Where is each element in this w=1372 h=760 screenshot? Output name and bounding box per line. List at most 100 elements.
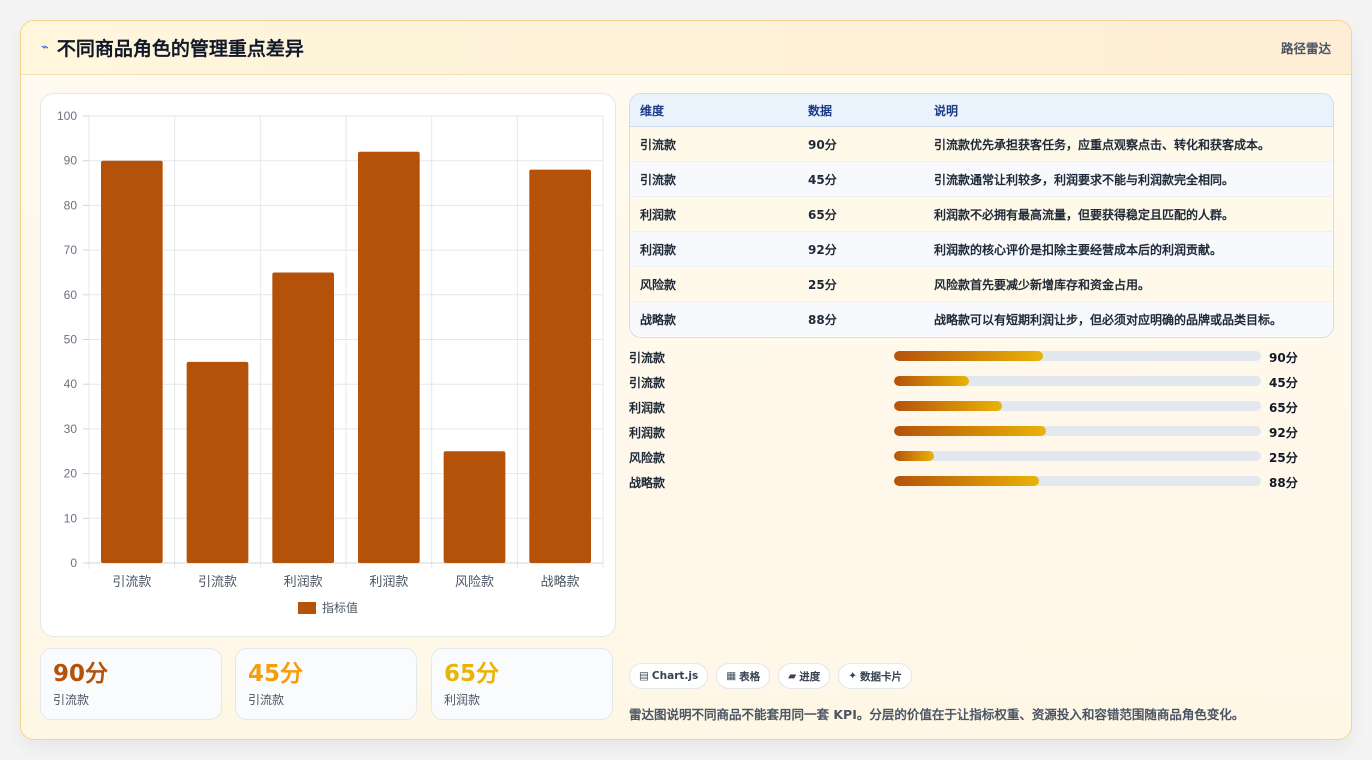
bar (272, 272, 335, 563)
progress-value: 92分 (1269, 426, 1298, 440)
progress-fill (894, 351, 1043, 361)
progress-label: 引流款 (629, 376, 666, 390)
cell-dim: 利润款 (630, 196, 798, 232)
progress-track (894, 401, 1261, 411)
progress-row: 风险款 25分 (629, 447, 1319, 472)
table-header-row: 维度 数据 说明 (630, 94, 1333, 127)
cell-dim: 战略款 (630, 301, 798, 336)
table-row: 引流款 90分 引流款优先承担获客任务，应重点观察点击、转化和获客成本。 (630, 126, 1333, 162)
table-header-note: 说明 (924, 94, 1333, 127)
progress-value: 88分 (1269, 476, 1298, 490)
x-tick-label: 战略款 (541, 574, 580, 589)
chart-icon: ▤ (639, 670, 649, 682)
x-tick-label: 引流款 (112, 574, 151, 589)
stat-value: 45分 (248, 661, 304, 687)
progress-track (894, 376, 1261, 386)
y-tick-label: 10 (64, 511, 78, 525)
y-tick-label: 60 (64, 288, 78, 302)
bar-chart-panel: 0 10 20 30 40 50 60 70 80 90 100 引流款 引流款 利润款 利润款 风险款 战略款… (40, 93, 616, 637)
chip-label: 进度 (799, 670, 821, 683)
table-row: 风险款 25分 风险款首先要减少新增库存和资金占用。 (630, 266, 1333, 302)
x-tick-label: 引流款 (198, 574, 237, 589)
x-tick-label: 利润款 (369, 574, 408, 589)
progress-fill (894, 451, 935, 461)
progress-value: 25分 (1269, 451, 1298, 465)
cell-data: 65分 (798, 196, 924, 232)
table-row: 战略款 88分 战略款可以有短期利润让步，但必须对应明确的品牌或品类目标。 (630, 301, 1333, 336)
y-tick-label: 70 (64, 243, 78, 257)
legend-swatch (298, 602, 316, 614)
progress-row: 利润款 92分 (629, 422, 1319, 447)
cell-note: 战略款可以有短期利润让步，但必须对应明确的品牌或品类目标。 (924, 301, 1333, 336)
progress-row: 引流款 90分 (629, 347, 1319, 372)
y-tick-label: 80 (64, 198, 78, 212)
y-tick-label: 100 (57, 109, 77, 123)
y-tick-label: 40 (64, 377, 78, 391)
stat-label: 引流款 (248, 693, 285, 707)
progress-label: 引流款 (629, 351, 666, 365)
cell-dim: 利润款 (630, 231, 798, 267)
table-row: 利润款 92分 利润款的核心评价是扣除主要经营成本后的利润贡献。 (630, 231, 1333, 267)
y-tick-label: 90 (64, 154, 78, 168)
card-title: 不同商品角色的管理重点差异 (56, 38, 304, 60)
progress-fill (894, 476, 1039, 486)
chip-table[interactable]: ▦ 表格 (716, 663, 771, 689)
progress-value: 90分 (1269, 351, 1298, 365)
y-tick-label: 50 (64, 333, 78, 347)
main-card: ⌁ 不同商品角色的管理重点差异 路径雷达 0 10 20 30 40 50 60 70 80 90… (20, 20, 1352, 740)
progress-list: 引流款 90分 引流款 45分 利润款 65分 利润款 92分 风险款 25分 战略款 88分 (629, 347, 1319, 497)
cell-data: 92分 (798, 231, 924, 267)
table-header-dim: 维度 (630, 94, 798, 127)
progress-row: 战略款 88分 (629, 472, 1319, 497)
chip-data-card[interactable]: ✦ 数据卡片 (838, 663, 913, 689)
cell-note: 利润款不必拥有最高流量，但要获得稳定且匹配的人群。 (924, 196, 1333, 232)
progress-fill (894, 376, 970, 386)
card-tag: 路径雷达 (1280, 41, 1331, 56)
chip-label: Chart.js (651, 670, 699, 682)
progress-label: 利润款 (629, 426, 666, 440)
cell-note: 风险款首先要减少新增库存和资金占用。 (924, 266, 1333, 302)
stat-card-2: 45分 引流款 (235, 648, 417, 720)
progress-fill (894, 426, 1047, 436)
progress-fill (894, 401, 1003, 411)
bar (529, 169, 592, 563)
progress-value: 45分 (1269, 376, 1298, 390)
bar-chart: 0 10 20 30 40 50 60 70 80 90 100 引流款 引流款 利润款 利润款 风险款 战略款… (57, 109, 604, 615)
progress-label: 战略款 (629, 476, 666, 490)
progress-track (894, 426, 1261, 436)
progress-track (894, 351, 1261, 361)
data-table: 维度 数据 说明 引流款 90分 引流款优先承担获客任务，应重点观察点击、转化和… (630, 94, 1333, 336)
chip-label: 数据卡片 (860, 670, 903, 683)
stat-card-3: 65分 利润款 (431, 648, 613, 720)
cell-note: 引流款通常让利较多，利润要求不能与利润款完全相同。 (924, 161, 1333, 197)
y-tick-label: 30 (64, 422, 78, 436)
trend-line-icon: ⌁ (41, 40, 49, 55)
x-tick-label: 风险款 (455, 574, 494, 589)
table-row: 利润款 65分 利润款不必拥有最高流量，但要获得稳定且匹配的人群。 (630, 196, 1333, 232)
stat-label: 利润款 (444, 693, 481, 707)
bar (100, 160, 163, 563)
table-header-data: 数据 (798, 94, 924, 127)
stat-value: 90分 (53, 661, 109, 687)
cell-dim: 引流款 (630, 161, 798, 197)
progress-row: 引流款 45分 (629, 372, 1319, 397)
bar (186, 361, 249, 563)
chip-chartjs[interactable]: ▤ Chart.js (629, 663, 709, 689)
cell-note: 引流款优先承担获客任务，应重点观察点击、转化和获客成本。 (924, 126, 1333, 162)
chip-progress[interactable]: ▰ 进度 (778, 663, 831, 689)
cell-dim: 风险款 (630, 266, 798, 302)
cell-data: 25分 (798, 266, 924, 302)
footnote: 雷达图说明不同商品不能套用同一套 KPI。分层的价值在于让指标权重、资源投入和容… (629, 707, 1245, 722)
progress-row: 利润款 65分 (629, 397, 1319, 422)
progress-track (894, 476, 1261, 486)
legend-label: 指标值 (322, 600, 358, 615)
stat-value: 65分 (444, 661, 500, 687)
progress-label: 利润款 (629, 401, 666, 415)
card-header: ⌁ 不同商品角色的管理重点差异 路径雷达 (21, 21, 1351, 75)
y-tick-label: 0 (70, 556, 77, 570)
cell-data: 88分 (798, 301, 924, 336)
progress-icon: ▰ (788, 670, 797, 682)
stat-label: 引流款 (53, 693, 90, 707)
table-icon: ▦ (726, 670, 737, 682)
progress-label: 风险款 (629, 451, 666, 465)
